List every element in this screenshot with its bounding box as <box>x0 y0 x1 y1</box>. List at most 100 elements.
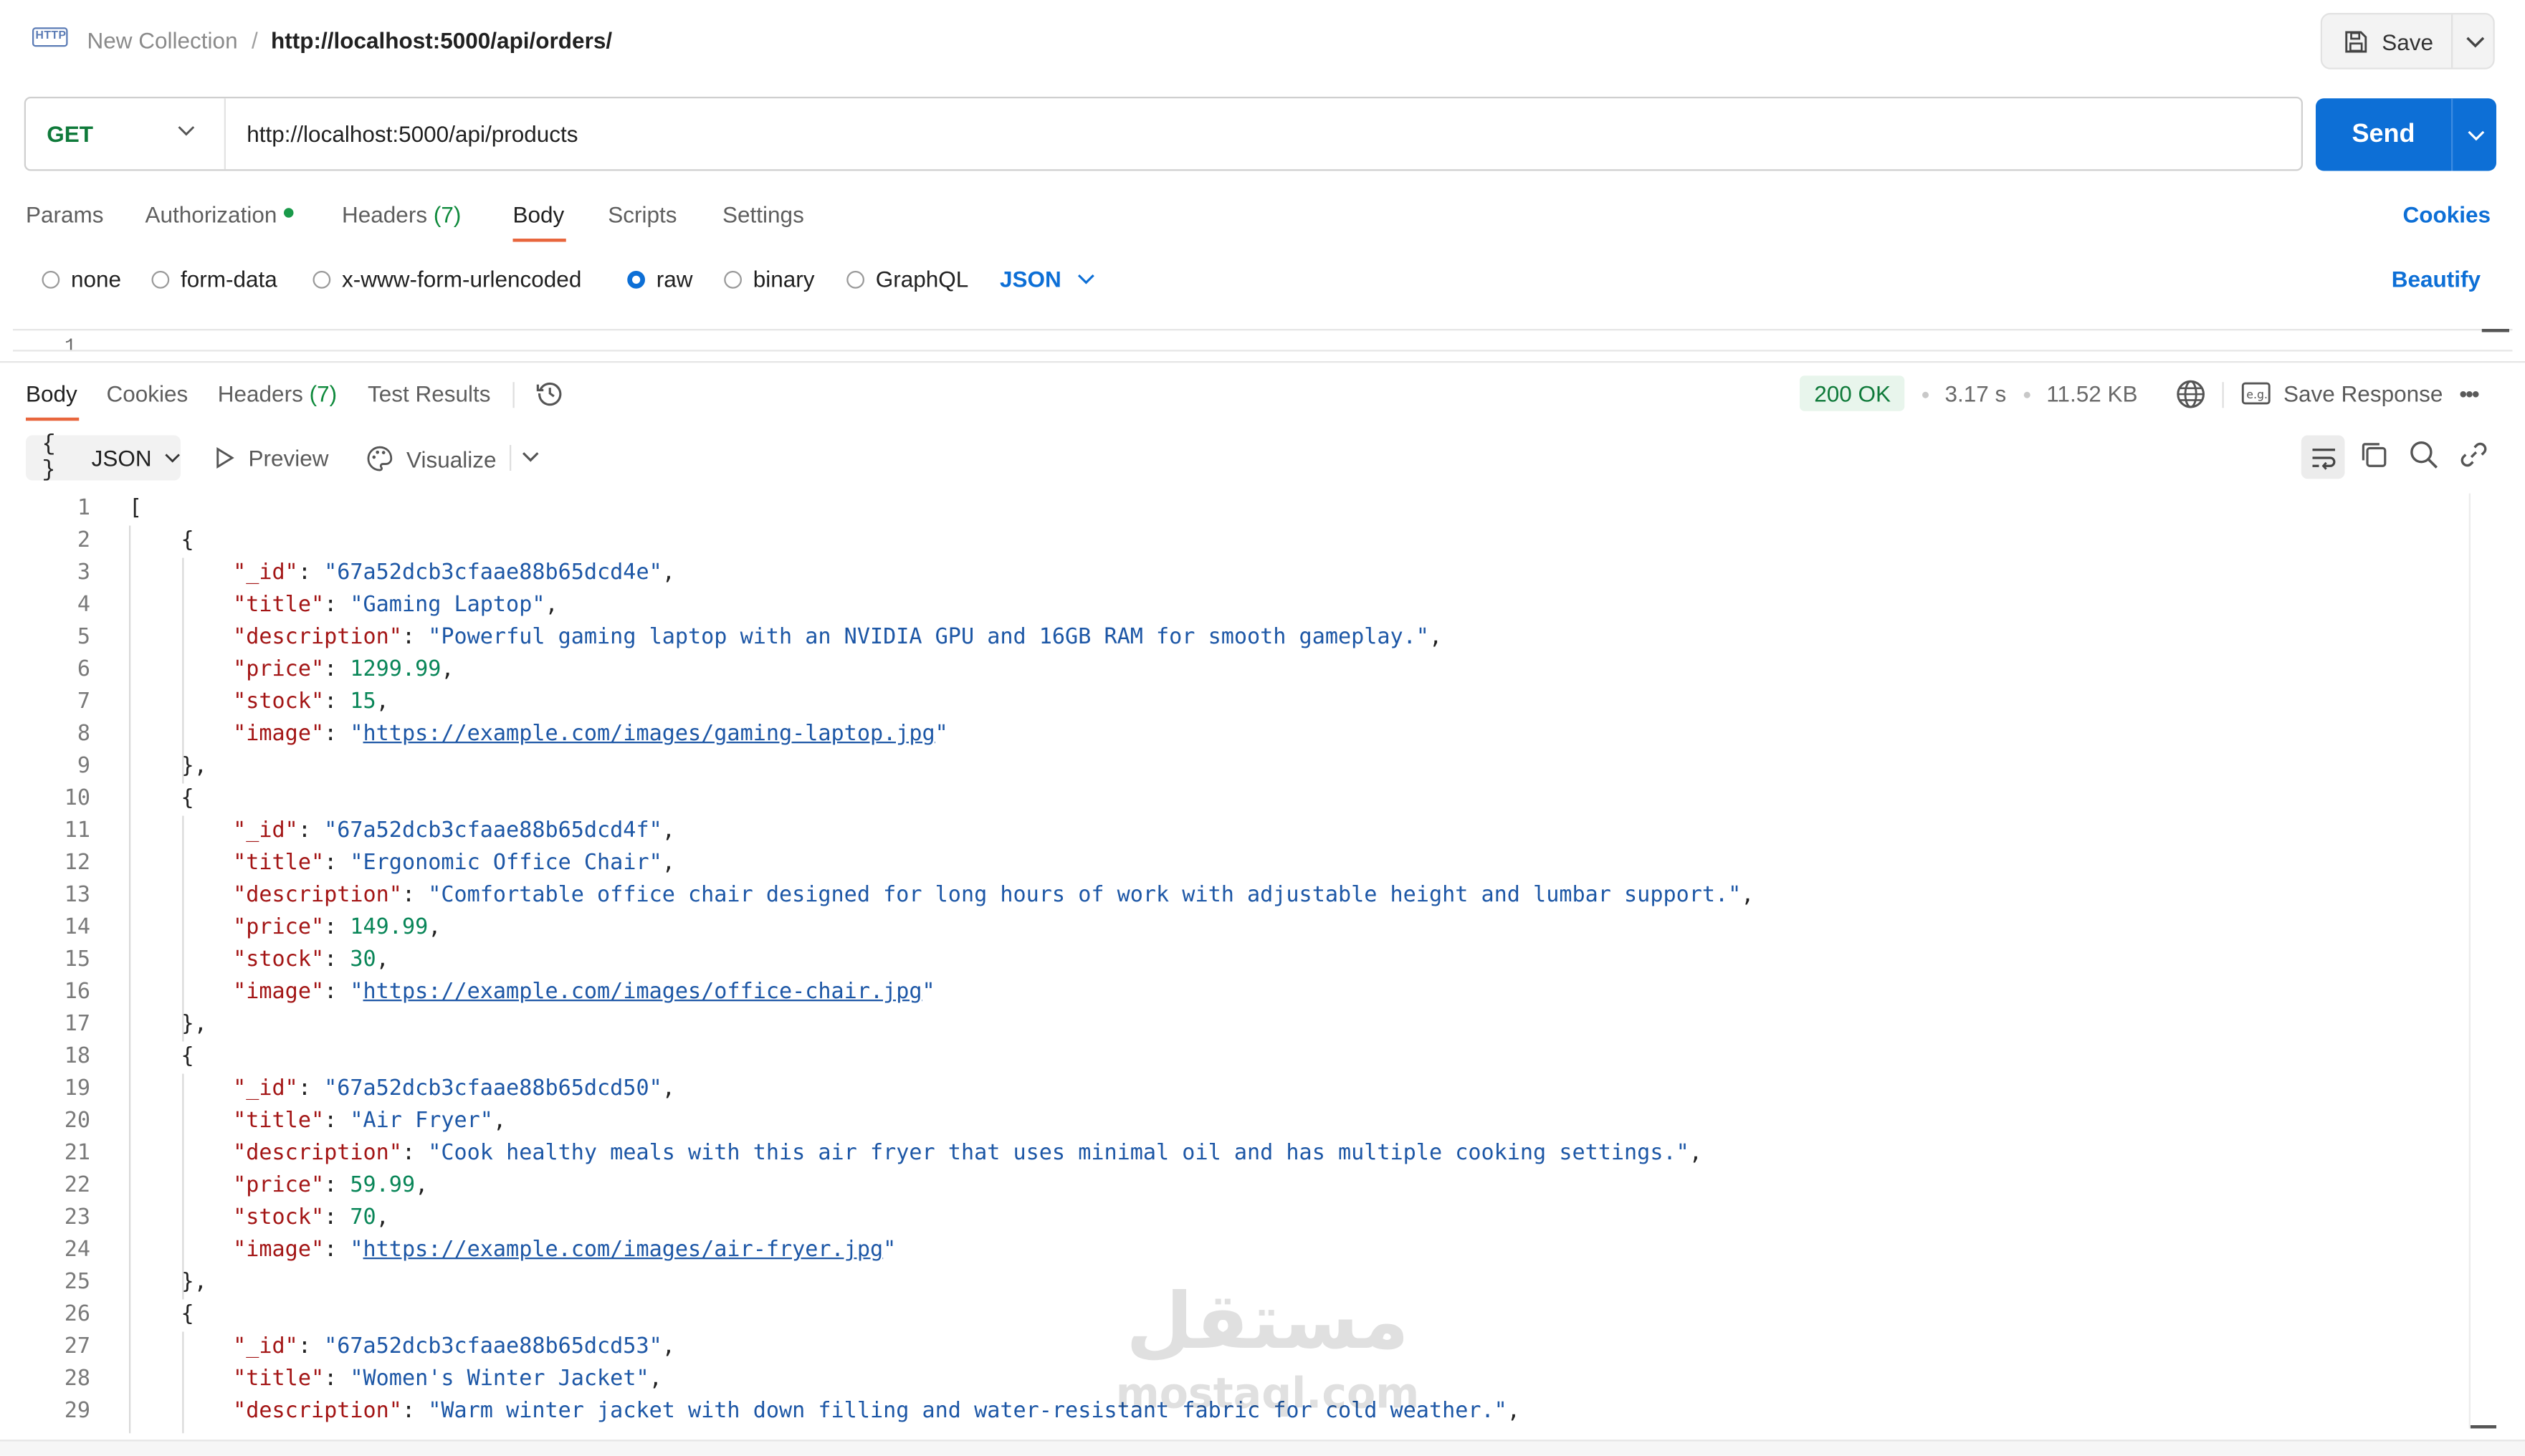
body-format-select[interactable]: JSON <box>1000 266 1095 292</box>
more-options-icon[interactable]: ••• <box>2459 380 2480 406</box>
line-number: 13 <box>64 883 90 908</box>
line-number: 21 <box>64 1141 90 1166</box>
line-number: 18 <box>64 1045 90 1069</box>
code-line: 2 { <box>0 526 2468 558</box>
tab-settings[interactable]: Settings <box>722 201 804 227</box>
code-text: "image": "https://example.com/images/off… <box>129 977 935 1010</box>
line-number: 14 <box>64 916 90 940</box>
send-button[interactable]: Send <box>2316 98 2451 171</box>
line-number: 9 <box>77 755 90 779</box>
copy-icon[interactable] <box>2358 439 2390 471</box>
beautify-button[interactable]: Beautify <box>2392 266 2481 292</box>
response-tab-body[interactable]: Body <box>26 380 77 406</box>
tab-headers[interactable]: Headers (7) <box>342 201 461 227</box>
editor-resize-handle[interactable] <box>2481 329 2509 332</box>
top-bar: HTTP New Collection / http://localhost:5… <box>0 0 2525 84</box>
request-url-bar: GET <box>24 97 2303 171</box>
pane-divider[interactable] <box>0 361 2525 363</box>
code-token: , <box>545 593 558 618</box>
code-token: " <box>922 980 935 1005</box>
response-time[interactable]: 3.17 s <box>1945 380 2007 406</box>
code-text: { <box>129 526 194 558</box>
code-token: 15 <box>350 690 376 714</box>
tab-authorization[interactable]: Authorization <box>145 201 293 227</box>
radio-binary[interactable]: binary <box>724 266 815 292</box>
postman-window: HTTP New Collection / http://localhost:5… <box>0 0 2525 1456</box>
auth-status-dot <box>283 208 293 219</box>
breadcrumb-collection[interactable]: New Collection <box>87 27 238 53</box>
code-token: : <box>297 1077 325 1101</box>
code-token: "price" <box>233 1174 325 1198</box>
code-token: 149.99 <box>350 916 429 940</box>
url-input[interactable] <box>247 98 2279 170</box>
send-options-button[interactable] <box>2451 98 2498 171</box>
cookies-link[interactable]: Cookies <box>2403 201 2491 227</box>
radio-raw[interactable]: raw <box>627 266 693 292</box>
code-text: "description": "Powerful gaming laptop w… <box>129 623 1442 655</box>
divider <box>2222 382 2224 408</box>
tab-scripts[interactable]: Scripts <box>608 201 677 227</box>
visualize-button[interactable]: Visualize <box>366 445 497 472</box>
panel-resize-handle[interactable] <box>2471 1425 2496 1429</box>
code-token: "stock" <box>233 690 325 714</box>
code-line: 12 "title": "Ergonomic Office Chair", <box>0 848 2468 881</box>
wrap-lines-button[interactable] <box>2301 435 2345 479</box>
code-token: : <box>324 1174 350 1198</box>
code-line: 10 { <box>0 784 2468 816</box>
code-line: 4 "title": "Gaming Laptop", <box>0 590 2468 623</box>
code-token: }, <box>129 1012 207 1037</box>
preview-button[interactable]: Preview <box>213 445 329 471</box>
radio-graphql[interactable]: GraphQL <box>846 266 968 292</box>
code-token: : <box>324 1109 350 1134</box>
code-line: 15 "stock": 30, <box>0 945 2468 977</box>
code-text: }, <box>129 1010 207 1042</box>
radio-urlencoded[interactable]: x-www-form-urlencoded <box>312 266 581 292</box>
code-text: "price": 59.99, <box>129 1171 428 1203</box>
search-icon[interactable] <box>2407 439 2440 471</box>
history-icon[interactable] <box>535 379 565 408</box>
radio-form-data[interactable]: form-data <box>151 266 277 292</box>
tab-body[interactable]: Body <box>513 201 565 227</box>
save-response-button[interactable]: e.g. Save Response <box>2241 380 2443 406</box>
breadcrumb-request-name[interactable]: http://localhost:5000/api/orders/ <box>271 27 612 53</box>
radio-none[interactable]: none <box>42 266 121 292</box>
tab-params[interactable]: Params <box>26 201 104 227</box>
indent-guide <box>182 1073 184 1300</box>
code-token: , <box>662 561 675 585</box>
code-token: , <box>1741 883 1755 908</box>
code-token: " <box>883 1238 897 1263</box>
save-options-button[interactable] <box>2451 14 2496 68</box>
save-button[interactable]: Save <box>2322 14 2451 67</box>
indent-guide <box>182 557 184 784</box>
floppy-disk-icon <box>2345 30 2367 52</box>
scrollbar-track[interactable] <box>2468 493 2471 1429</box>
method-label: GET <box>47 120 94 147</box>
line-number: 29 <box>64 1399 90 1424</box>
globe-icon[interactable] <box>2175 379 2206 410</box>
link-icon[interactable] <box>2458 439 2490 471</box>
response-format-select[interactable]: { } JSON <box>26 432 181 484</box>
response-size[interactable]: 11.52 KB <box>2046 380 2137 406</box>
code-token: "Ergonomic Office Chair" <box>350 851 662 876</box>
code-token: , <box>376 948 389 972</box>
code-line: 18 { <box>0 1042 2468 1074</box>
url-link[interactable]: https://example.com/images/air-fryer.jpg <box>363 1238 884 1263</box>
status-badge[interactable]: 200 OK <box>1800 375 1906 411</box>
url-link[interactable]: https://example.com/images/office-chair.… <box>363 980 922 1005</box>
code-token: : <box>324 722 350 747</box>
request-body-editor[interactable]: 1 <box>13 329 2513 352</box>
chevron-down-icon[interactable] <box>521 446 540 466</box>
response-tab-headers[interactable]: Headers (7) <box>218 380 337 406</box>
method-select[interactable]: GET <box>26 98 226 170</box>
response-tab-cookies[interactable]: Cookies <box>107 380 188 406</box>
radio-binary-label: binary <box>753 266 815 292</box>
response-tab-test-results[interactable]: Test Results <box>368 380 491 406</box>
url-link[interactable]: https://example.com/images/gaming-laptop… <box>363 722 935 747</box>
code-token: "image" <box>233 722 325 747</box>
